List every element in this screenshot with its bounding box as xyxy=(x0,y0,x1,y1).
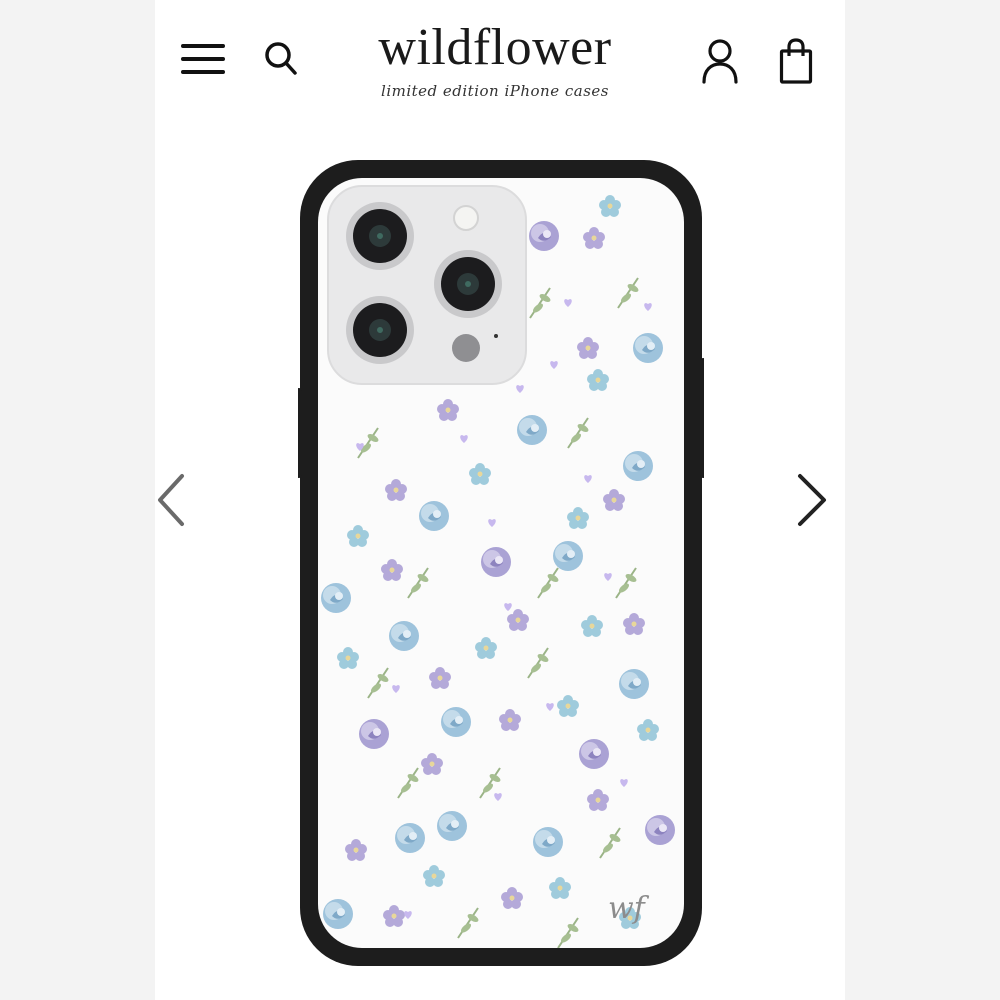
camera-lens-2 xyxy=(434,250,502,318)
bag-icon[interactable] xyxy=(779,38,813,84)
chevron-left-icon[interactable] xyxy=(152,470,192,530)
site-header: wildflower limited edition iPhone cases xyxy=(155,0,845,130)
brand-name: wildflower xyxy=(378,19,612,76)
brand-logo[interactable]: wildflower limited edition iPhone cases xyxy=(335,19,655,101)
case-logo: wf xyxy=(608,891,650,926)
chevron-right-icon[interactable] xyxy=(790,470,830,530)
menu-icon[interactable] xyxy=(181,40,225,78)
camera-lens-3 xyxy=(346,296,414,364)
camera-lens-1 xyxy=(346,202,414,270)
right-gutter xyxy=(845,0,1000,1000)
brand-tagline: limited edition iPhone cases xyxy=(381,82,609,100)
product-image[interactable]: wf xyxy=(298,158,704,968)
left-gutter xyxy=(0,0,155,1000)
search-icon[interactable] xyxy=(263,40,299,78)
user-icon[interactable] xyxy=(701,38,739,84)
